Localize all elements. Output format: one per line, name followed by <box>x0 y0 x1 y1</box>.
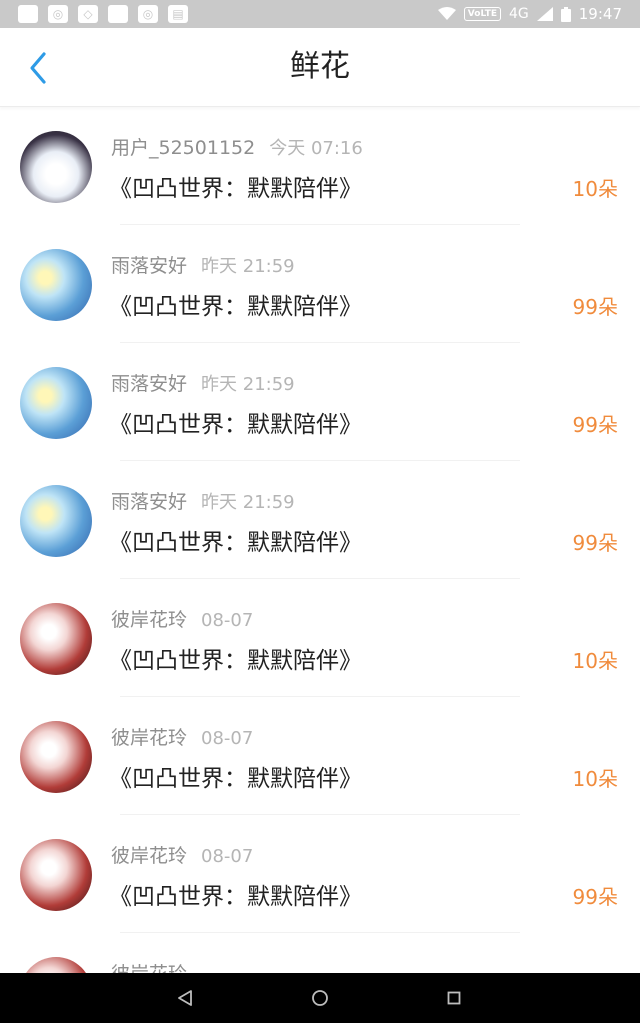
list-item[interactable]: 彼岸花玲 08-07 《凹凸世界：默默陪伴》 10朵 <box>0 579 640 697</box>
home-circle-icon <box>312 990 328 1006</box>
status-system-icons: VoLTE 4G 19:47 <box>437 5 640 23</box>
avatar[interactable] <box>20 957 92 973</box>
book-title[interactable]: 《凹凸世界：默默陪伴》 <box>109 877 362 911</box>
flower-amount: 99朵 <box>572 531 618 555</box>
app-header: 鲜花 <box>0 28 640 107</box>
nav-recents-button[interactable] <box>441 985 467 1011</box>
book-title[interactable]: 《凹凸世界：默默陪伴》 <box>109 641 362 675</box>
user-name[interactable]: 彼岸花玲 <box>111 845 187 867</box>
volte-badge: VoLTE <box>463 7 501 21</box>
avatar[interactable] <box>20 603 92 675</box>
nav-back-button[interactable] <box>172 985 198 1011</box>
list-item[interactable]: 用户_52501152 今天 07:16 《凹凸世界：默默陪伴》 10朵 <box>0 107 640 225</box>
wifi-icon <box>437 7 456 20</box>
item-meta: 彼岸花玲 <box>111 959 201 973</box>
user-name[interactable]: 彼岸花玲 <box>111 727 187 749</box>
avatar[interactable] <box>20 721 92 793</box>
flower-amount: 99朵 <box>572 295 618 319</box>
avatar[interactable] <box>20 485 92 557</box>
status-notification-icons: ◎ ◇ ◎ ▤ <box>0 5 188 23</box>
back-triangle-icon <box>178 990 192 1006</box>
list-item[interactable]: 彼岸花玲 08-07 《凹凸世界：默默陪伴》 99朵 <box>0 815 640 933</box>
flower-list[interactable]: 用户_52501152 今天 07:16 《凹凸世界：默默陪伴》 10朵 雨落安好… <box>0 107 640 973</box>
item-meta: 用户_52501152 今天 07:16 <box>111 133 363 160</box>
item-time: 昨天 21:59 <box>201 374 295 395</box>
flower-amount: 10朵 <box>572 177 618 201</box>
flower-amount: 99朵 <box>572 413 618 437</box>
user-name[interactable]: 彼岸花玲 <box>111 963 187 973</box>
item-time: 昨天 21:59 <box>201 492 295 513</box>
flower-amount: 10朵 <box>572 767 618 791</box>
user-name[interactable]: 雨落安好 <box>111 373 187 395</box>
recents-square-icon <box>447 991 461 1005</box>
user-name[interactable]: 用户_52501152 <box>111 137 255 159</box>
list-item[interactable]: 雨落安好 昨天 21:59 《凹凸世界：默默陪伴》 99朵 <box>0 225 640 343</box>
item-time: 08-07 <box>201 728 254 749</box>
item-meta: 彼岸花玲 08-07 <box>111 605 253 632</box>
item-meta: 雨落安好 昨天 21:59 <box>111 251 295 278</box>
item-meta: 雨落安好 昨天 21:59 <box>111 369 295 396</box>
battery-icon <box>560 6 571 22</box>
item-meta: 彼岸花玲 08-07 <box>111 841 253 868</box>
list-item[interactable]: 雨落安好 昨天 21:59 《凹凸世界：默默陪伴》 99朵 <box>0 343 640 461</box>
shield-icon: ▤ <box>168 5 188 23</box>
user-name[interactable]: 雨落安好 <box>111 491 187 513</box>
list-item[interactable]: 彼岸花玲 <box>0 933 640 973</box>
network-type: 4G <box>509 6 529 22</box>
square-notification-icon <box>108 5 128 23</box>
book-title[interactable]: 《凹凸世界：默默陪伴》 <box>109 523 362 557</box>
item-time: 今天 07:16 <box>269 138 363 159</box>
list-item[interactable]: 彼岸花玲 08-07 《凹凸世界：默默陪伴》 10朵 <box>0 697 640 815</box>
compass-icon: ◎ <box>138 5 158 23</box>
diamond-app-icon: ◇ <box>78 5 98 23</box>
flower-amount: 10朵 <box>572 649 618 673</box>
item-meta: 雨落安好 昨天 21:59 <box>111 487 295 514</box>
item-time: 08-07 <box>201 846 254 867</box>
browser-icon: ◎ <box>48 5 68 23</box>
item-time: 昨天 21:59 <box>201 256 295 277</box>
avatar[interactable] <box>20 839 92 911</box>
page-title: 鲜花 <box>290 49 350 84</box>
chevron-left-icon <box>30 52 46 84</box>
status-time: 19:47 <box>578 5 622 23</box>
item-time: 08-07 <box>201 610 254 631</box>
book-title[interactable]: 《凹凸世界：默默陪伴》 <box>109 169 362 203</box>
book-title[interactable]: 《凹凸世界：默默陪伴》 <box>109 759 362 793</box>
book-title[interactable]: 《凹凸世界：默默陪伴》 <box>109 405 362 439</box>
signal-icon <box>536 7 553 21</box>
square-notification-icon <box>18 5 38 23</box>
back-button[interactable] <box>20 50 56 86</box>
avatar[interactable] <box>20 367 92 439</box>
avatar[interactable] <box>20 249 92 321</box>
item-meta: 彼岸花玲 08-07 <box>111 723 253 750</box>
nav-home-button[interactable] <box>307 985 333 1011</box>
system-nav-bar <box>0 973 640 1023</box>
avatar[interactable] <box>20 131 92 203</box>
user-name[interactable]: 彼岸花玲 <box>111 609 187 631</box>
status-bar: ◎ ◇ ◎ ▤ VoLTE 4G 19:47 <box>0 0 640 28</box>
user-name[interactable]: 雨落安好 <box>111 255 187 277</box>
list-item[interactable]: 雨落安好 昨天 21:59 《凹凸世界：默默陪伴》 99朵 <box>0 461 640 579</box>
book-title[interactable]: 《凹凸世界：默默陪伴》 <box>109 287 362 321</box>
flower-amount: 99朵 <box>572 885 618 909</box>
